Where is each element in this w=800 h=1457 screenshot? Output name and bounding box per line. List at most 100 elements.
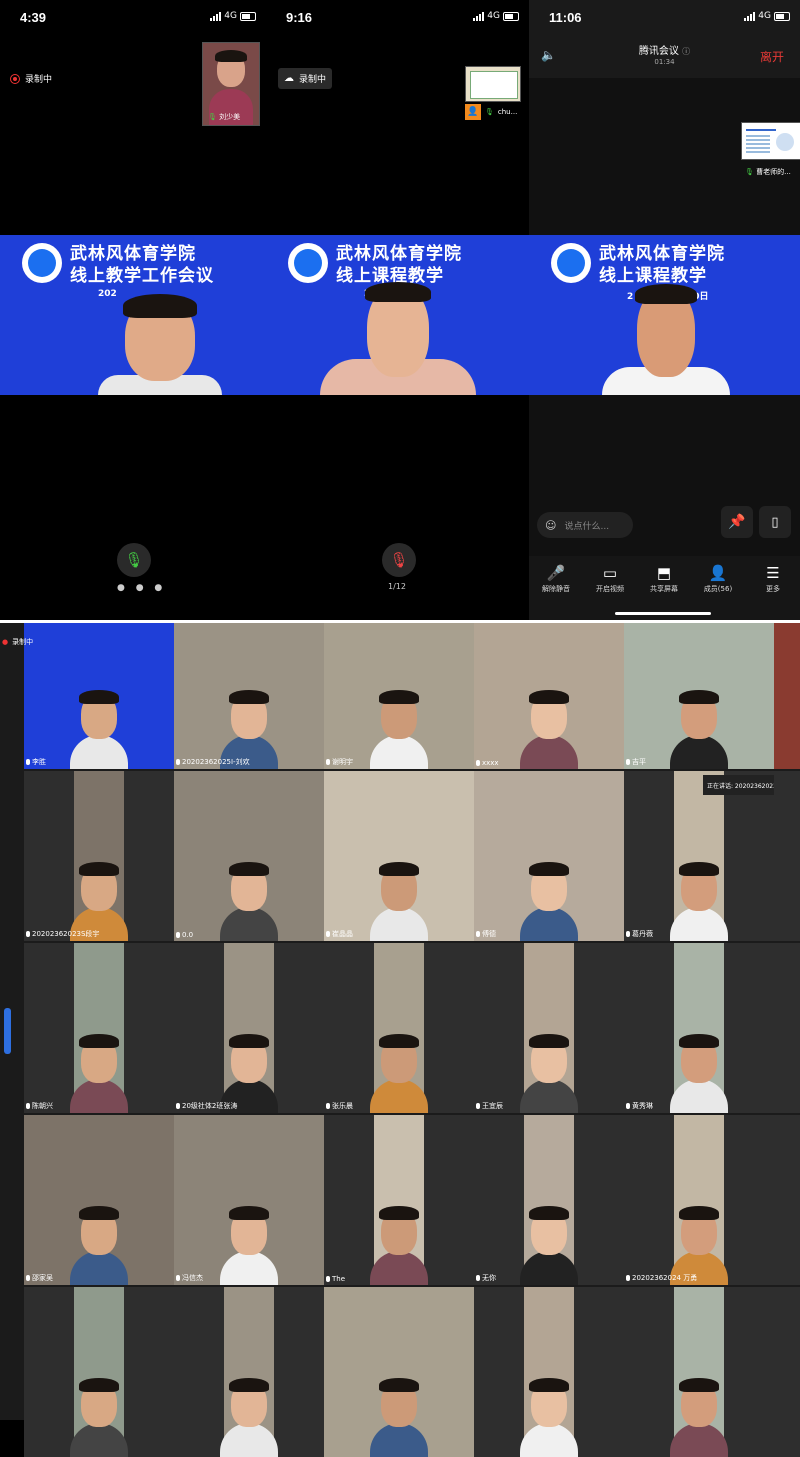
banner-title: 武林风体育学院 线上课程教学 — [336, 243, 462, 287]
slide-preview — [470, 71, 518, 99]
clock: 11:06 — [549, 10, 582, 25]
participant-name-text: 20202362023S段宇 — [32, 930, 100, 938]
shared-banner: 武林风体育学院线上课程教学 2-30日 — [529, 235, 800, 395]
shared-banner: 武林风体育学院 线上教学工作会议 202 — [0, 235, 266, 395]
mic-button[interactable]: 🎙 — [117, 543, 151, 577]
participant-tile-partial[interactable] — [774, 943, 800, 1113]
participant-shirt — [670, 735, 728, 769]
emoji-icon[interactable]: ☺ — [545, 519, 556, 532]
page-dots[interactable]: ● ● ● — [117, 583, 166, 593]
participant-gallery: 20202362024 万勇 无你 The 冯信杰 邵家吴 黄秀琳 王宜辰 张乐晨 20级社体2… — [0, 623, 800, 1457]
participant-name-text: 0.0 — [182, 931, 194, 939]
self-video-pip[interactable]: 🎙 刘少美 — [202, 42, 260, 126]
participant-shirt — [220, 1423, 278, 1457]
toolbar-label: 更多 — [766, 585, 780, 593]
participant-shirt — [520, 1423, 578, 1457]
participant-tile[interactable] — [324, 1287, 474, 1457]
signal-indicator: 4G — [744, 11, 790, 21]
mic-icon — [326, 1276, 330, 1282]
chat-input[interactable]: ☺ 说点什么... — [537, 512, 633, 538]
participant-name-text: 20级社体2班张涛 — [182, 1102, 238, 1110]
screen-share-thumbnail[interactable] — [741, 122, 800, 160]
participant-tile[interactable]: 陈朝兴 — [24, 943, 174, 1113]
battery-icon — [774, 11, 790, 21]
participant-name-text: 吉平 — [632, 758, 646, 766]
participant-tile-partial[interactable] — [774, 623, 800, 769]
participant-face — [679, 1034, 719, 1083]
participant-name-text: 葛丹薇 — [632, 930, 653, 938]
participant-tile-partial[interactable] — [774, 1287, 800, 1457]
status-bar: 9:16 4G — [266, 0, 529, 34]
participant-tile[interactable]: 张乐晨 — [324, 943, 474, 1113]
participant-tile[interactable]: 邵家吴 — [24, 1115, 174, 1285]
participant-tile[interactable]: 王宜辰 — [474, 943, 624, 1113]
battery-icon — [240, 11, 256, 21]
cloud-icon: ☁ — [284, 73, 294, 84]
mic-icon — [476, 1275, 480, 1281]
participant-tile[interactable]: 吉平 — [624, 623, 774, 769]
participant-figure — [220, 1378, 278, 1457]
meeting-screenshot-2: 9:16 4G ☁ 录制中 👤 🎙 chu... 武林风体育学院线上课程教学 2… — [266, 0, 529, 620]
participant-figure — [670, 1034, 728, 1113]
recording-label: 录制中 — [12, 638, 34, 646]
participant-face — [79, 1378, 119, 1427]
participant-tile[interactable]: 傅德 — [474, 771, 624, 941]
speaker-face — [635, 284, 697, 377]
info-icon[interactable]: ⓘ — [682, 47, 690, 56]
leave-button[interactable]: 离开 — [760, 48, 784, 65]
signal-bars-icon — [744, 11, 756, 21]
participant-tile[interactable]: 0.0 — [174, 771, 324, 941]
participant-tile-partial[interactable] — [774, 1115, 800, 1285]
participant-tile[interactable]: 20202362023S段宇 — [24, 771, 174, 941]
participant-tile[interactable] — [24, 1287, 174, 1457]
left-scroll-handle[interactable] — [4, 1008, 11, 1054]
participant-tile[interactable]: 冯信杰 — [174, 1115, 324, 1285]
participant-face — [679, 862, 719, 911]
mic-icon — [176, 759, 180, 765]
pip-name-text: 刘少美 — [219, 113, 241, 121]
participant-shirt — [370, 1079, 428, 1113]
app-title: 腾讯会议 — [638, 46, 679, 57]
participant-tile[interactable]: xxxx — [474, 623, 624, 769]
participant-shirt — [370, 1251, 428, 1285]
participant-name: 陈朝兴 — [26, 1101, 53, 1111]
banner-title: 武林风体育学院 线上教学工作会议 — [70, 243, 214, 287]
speaker-face — [123, 294, 197, 381]
participant-figure — [370, 1206, 428, 1285]
rotate-button[interactable]: ▯ — [759, 506, 791, 538]
mic-button[interactable]: 🎙 — [382, 543, 416, 577]
participant-tile[interactable]: 谢明宇 — [324, 623, 474, 769]
participant-tile[interactable]: 崔晶晶 — [324, 771, 474, 941]
mic-icon — [26, 759, 30, 765]
participant-tile[interactable]: 20202362025I-刘欢 — [174, 623, 324, 769]
more-button[interactable]: ☰ 更多 — [738, 562, 800, 594]
participant-tile[interactable] — [624, 1287, 774, 1457]
participant-tile[interactable] — [474, 1287, 624, 1457]
slide-content — [746, 135, 770, 153]
participant-tile[interactable]: 20级社体2班张涛 — [174, 943, 324, 1113]
participant-shirt — [70, 1079, 128, 1113]
participant-tile[interactable] — [174, 1287, 324, 1457]
pip-name: 🎙 刘少美 — [208, 112, 240, 122]
participant-name: 崔晶晶 — [326, 929, 353, 939]
participant-name-text: 20202362024 万勇 — [632, 1274, 698, 1282]
participant-tile[interactable]: 李胜 — [24, 623, 174, 769]
pin-button[interactable]: 📌 — [721, 506, 753, 538]
participant-name-text: xxxx — [482, 759, 499, 767]
record-dot-icon — [10, 73, 20, 84]
network-type: 4G — [487, 11, 500, 21]
participant-shirt — [520, 1251, 578, 1285]
participant-tile-partial[interactable] — [774, 771, 800, 941]
participant-tile[interactable]: The — [324, 1115, 474, 1285]
screen-share-thumbnail[interactable] — [465, 66, 521, 102]
participant-tile[interactable]: 20202362024 万勇 — [624, 1115, 774, 1285]
participant-tile[interactable]: 葛丹薇 — [624, 771, 774, 941]
participant-tile[interactable]: 黄秀琳 — [624, 943, 774, 1113]
participant-name-text: 20202362025I-刘欢 — [182, 758, 250, 766]
status-bar: 11:06 4G — [529, 0, 800, 34]
mic-icon — [176, 1275, 180, 1281]
participant-tile[interactable]: 无你 — [474, 1115, 624, 1285]
recording-indicator: ☁ 录制中 — [278, 68, 333, 89]
participant-shirt — [370, 907, 428, 941]
participant-figure — [520, 690, 578, 769]
